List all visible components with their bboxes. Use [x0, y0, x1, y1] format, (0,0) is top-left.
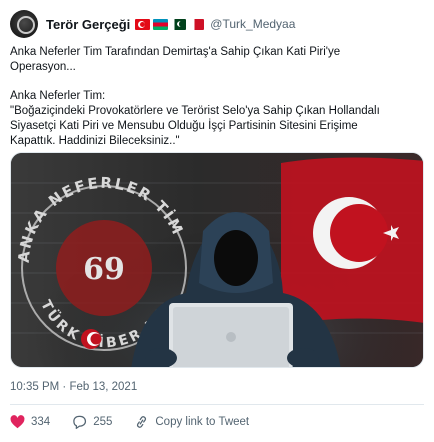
tweet-timestamp[interactable]: 10:35 PM · Feb 13, 2021 [10, 381, 137, 393]
user-handle[interactable]: @Turk_Medyaa [210, 17, 295, 31]
bahrain-flag-icon [189, 18, 205, 30]
avatar[interactable] [10, 10, 38, 38]
heart-icon [10, 415, 25, 429]
reply-button[interactable]: 255 [72, 415, 112, 429]
tweet-text: Anka Neferler Tim Tarafından Demirtaş'a … [10, 45, 424, 149]
tweet-text-line: Operasyon... [10, 61, 76, 73]
azerbaijan-flag-icon [153, 18, 169, 30]
tweet-text-line: Siyasetçi Kati Piri ve Mensubu Olduğu İş… [10, 120, 358, 132]
flag-emojis [135, 18, 207, 30]
copy-link-label: Copy link to Tweet [155, 416, 250, 428]
link-icon [137, 416, 147, 428]
tweet-text-line: Anka Neferler Tim: [10, 90, 106, 102]
reply-bubble-icon [73, 415, 87, 429]
tweet-text-line: Anka Neferler Tim Tarafından Demirtaş'a … [10, 46, 341, 58]
like-count: 334 [31, 416, 51, 428]
reply-count: 255 [93, 416, 113, 428]
tweet-text-line: "Boğaziçindeki Provokatörlere ve Teröris… [10, 105, 380, 117]
tweet-actions: 334 255 Copy link to Tweet [10, 413, 271, 431]
turkey-flag-icon [281, 157, 423, 325]
tweet-text-line: Kapattık. Haddinizi Bileceksiniz.." [10, 135, 180, 147]
divider [10, 404, 424, 405]
media-illustration: ANKA NEFERLER TİM TÜRK SİBER KO 69 [11, 153, 423, 367]
tweet-image[interactable]: ANKA NEFERLER TİM TÜRK SİBER KO 69 [10, 152, 424, 368]
tweet-card: Terör Gerçeği @Turk_Medyaa Anka Neferler… [0, 0, 434, 442]
pakistan-flag-icon [171, 18, 187, 30]
emblem-center: 69 [83, 252, 125, 287]
display-name[interactable]: Terör Gerçeği [46, 17, 130, 32]
laptop-icon [145, 303, 319, 367]
like-button[interactable]: 334 [10, 415, 50, 429]
turkey-flag-icon [135, 18, 151, 30]
copy-link-button[interactable]: Copy link to Tweet [134, 415, 249, 429]
tweet-header: Terör Gerçeği @Turk_Medyaa [10, 10, 295, 38]
